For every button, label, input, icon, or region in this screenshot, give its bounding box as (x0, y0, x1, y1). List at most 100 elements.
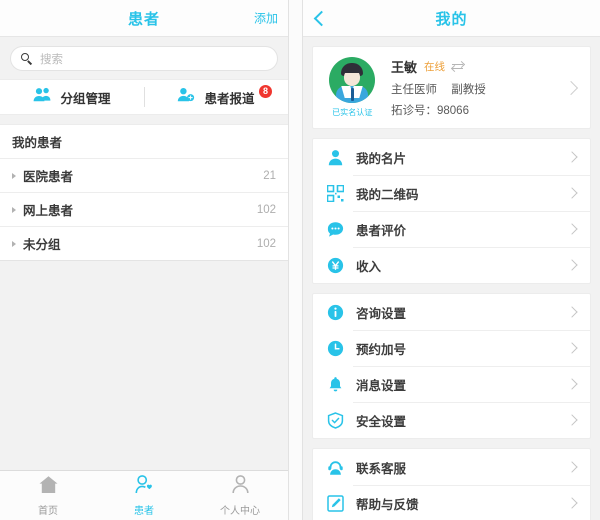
search-section: 搜索 (0, 37, 288, 79)
patient-group-row[interactable]: 网上患者 102 (0, 193, 288, 227)
doctor-avatar (329, 57, 375, 103)
chevron-right-icon (566, 306, 578, 318)
status-badge: 8 (259, 85, 272, 98)
menu-item-security-settings[interactable]: 安全设置 (313, 402, 590, 438)
chevron-right-icon (566, 342, 578, 354)
menu-item-help-feedback[interactable]: 帮助与反馈 (313, 485, 590, 520)
menu-item-appointment[interactable]: 预约加号 (313, 330, 590, 366)
verified-label: 已实名认证 (331, 107, 373, 117)
patient-report-icon (177, 87, 195, 107)
group-count: 102 (256, 203, 276, 216)
menu-item-income[interactable]: 收入 (313, 247, 590, 283)
qr-code-icon (325, 183, 345, 203)
profile-screen: 我的 已实名认证 王敏 在线 主任医师 副教授 拓诊号：98066 我的名片 我… (303, 0, 600, 520)
clock-icon (325, 338, 345, 358)
headset-support-icon (325, 457, 345, 477)
menu-item-label: 联系客服 (356, 461, 407, 476)
doctor-id: 拓诊号：98066 (391, 105, 469, 117)
yen-coin-icon (325, 255, 345, 275)
patients-navbar: 患者 添加 (0, 0, 288, 37)
tab-home[interactable]: 首页 (0, 471, 96, 520)
tab-home-label: 首页 (38, 505, 58, 517)
menu-item-message-settings[interactable]: 消息设置 (313, 366, 590, 402)
menu-group-support: 联系客服 帮助与反馈 (312, 448, 591, 520)
search-placeholder: 搜索 (40, 53, 63, 66)
tab-profile[interactable]: 个人中心 (192, 471, 288, 520)
chevron-right-icon (12, 240, 16, 247)
group-name: 未分组 (23, 238, 61, 252)
chevron-right-icon (566, 461, 578, 473)
profile-body: 已实名认证 王敏 在线 主任医师 副教授 拓诊号：98066 我的名片 我的二维… (303, 37, 600, 520)
swap-icon[interactable] (450, 61, 466, 73)
profile-navbar: 我的 (303, 0, 600, 37)
patient-group-row[interactable]: 未分组 102 (0, 227, 288, 260)
chevron-right-icon (566, 259, 578, 271)
person-card-icon (325, 147, 345, 167)
patients-screen: 患者 添加 搜索 分组管理 患者报道 8 我的患者 医院患者 21 网上患者 1… (0, 0, 288, 520)
menu-item-label: 患者评价 (356, 223, 407, 238)
doctor-title-primary: 主任医师 (391, 84, 437, 96)
list-header: 我的患者 (0, 125, 288, 159)
chat-bubble-icon (325, 219, 345, 239)
patient-report-label: 患者报道 (204, 91, 255, 106)
chevron-right-icon (566, 414, 578, 426)
menu-item-label: 我的名片 (356, 151, 407, 166)
page-title: 我的 (435, 10, 468, 28)
patient-heart-icon (134, 474, 155, 499)
menu-item-label: 咨询设置 (356, 306, 407, 321)
group-count: 102 (256, 237, 276, 250)
chevron-right-icon (566, 223, 578, 235)
my-patients-card: 我的患者 医院患者 21 网上患者 102 未分组 102 (0, 124, 288, 261)
person-icon (230, 474, 251, 499)
chevron-right-icon (566, 378, 578, 390)
tab-patients-label: 患者 (134, 505, 154, 517)
page-title: 患者 (127, 10, 160, 28)
group-name: 医院患者 (23, 170, 74, 184)
chevron-left-icon (313, 10, 330, 27)
chevron-right-icon (12, 172, 16, 179)
group-manage-icon (33, 87, 51, 107)
profile-card[interactable]: 已实名认证 王敏 在线 主任医师 副教授 拓诊号：98066 (312, 46, 591, 129)
info-icon (325, 302, 345, 322)
online-status: 在线 (424, 61, 446, 73)
home-icon (38, 475, 59, 499)
chevron-right-icon (566, 187, 578, 199)
menu-item-label: 预约加号 (356, 342, 407, 357)
group-count: 21 (263, 169, 276, 182)
menu-item-label: 我的二维码 (356, 187, 419, 202)
chevron-right-icon (566, 497, 578, 509)
doctor-name: 王敏 (391, 60, 418, 75)
profile-info: 王敏 在线 主任医师 副教授 拓诊号：98066 (379, 57, 580, 118)
chevron-right-icon (566, 151, 578, 163)
menu-item-label: 帮助与反馈 (356, 497, 419, 512)
menu-item-label: 收入 (356, 259, 382, 274)
shield-icon (325, 410, 345, 430)
bell-icon (325, 374, 345, 394)
panel-divider (288, 0, 303, 520)
bottom-tabbar: 首页 患者 个人中心 (0, 470, 288, 520)
menu-group-account: 我的名片 我的二维码 患者评价 收入 (312, 138, 591, 284)
back-button[interactable] (313, 10, 330, 27)
chevron-right-icon (12, 206, 16, 213)
search-input[interactable]: 搜索 (10, 46, 278, 71)
menu-item-my-qr[interactable]: 我的二维码 (313, 175, 590, 211)
add-button[interactable]: 添加 (254, 10, 278, 27)
menu-item-patient-reviews[interactable]: 患者评价 (313, 211, 590, 247)
group-name: 网上患者 (23, 204, 74, 218)
doctor-title-secondary: 副教授 (451, 84, 486, 96)
pencil-edit-icon (325, 493, 345, 513)
avatar-block: 已实名认证 (325, 57, 379, 118)
menu-item-consult-settings[interactable]: 咨询设置 (313, 294, 590, 330)
menu-group-settings: 咨询设置 预约加号 消息设置 安全设置 (312, 293, 591, 439)
tab-profile-label: 个人中心 (220, 505, 260, 517)
group-manage-button[interactable]: 分组管理 (0, 80, 144, 114)
search-icon (21, 52, 33, 65)
tab-patients[interactable]: 患者 (96, 471, 192, 520)
quick-actions-bar: 分组管理 患者报道 8 (0, 79, 288, 115)
group-manage-label: 分组管理 (60, 91, 111, 106)
patient-report-button[interactable]: 患者报道 8 (144, 80, 288, 114)
menu-item-contact-support[interactable]: 联系客服 (313, 449, 590, 485)
menu-item-my-card[interactable]: 我的名片 (313, 139, 590, 175)
patient-group-row[interactable]: 医院患者 21 (0, 159, 288, 193)
dual-screenshot-stage: 患者 添加 搜索 分组管理 患者报道 8 我的患者 医院患者 21 网上患者 1… (0, 0, 600, 520)
